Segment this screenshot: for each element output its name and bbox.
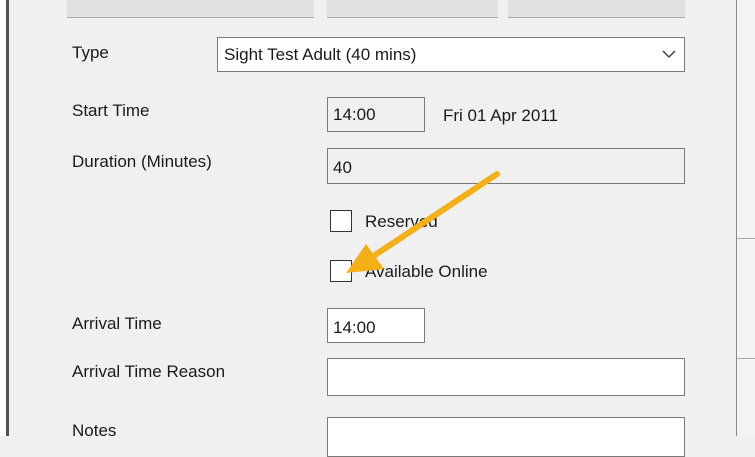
type-label: Type	[72, 43, 109, 62]
available-online-label: Available Online	[365, 262, 488, 281]
right-divider	[737, 358, 755, 359]
window-left-border	[6, 0, 9, 436]
reserved-label: Reserved	[365, 212, 438, 231]
start-time-field[interactable]: 14:00	[327, 97, 425, 132]
available-online-checkbox[interactable]	[330, 260, 352, 282]
notes-label: Notes	[72, 421, 117, 440]
top-control-1	[67, 0, 314, 18]
reserved-checkbox[interactable]	[330, 210, 352, 232]
duration-label: Duration (Minutes)	[72, 152, 212, 171]
arrival-reason-field[interactable]	[327, 358, 685, 396]
arrival-time-field[interactable]: 14:00	[327, 308, 425, 343]
arrival-reason-label: Arrival Time Reason	[72, 362, 226, 381]
start-time-label: Start Time	[72, 101, 150, 120]
type-value: Sight Test Adult (40 mins)	[224, 45, 417, 64]
notes-field[interactable]	[327, 417, 685, 457]
right-divider	[737, 238, 755, 239]
top-control-2	[327, 0, 498, 18]
top-control-3	[508, 0, 685, 18]
chevron-down-icon[interactable]	[661, 46, 677, 62]
duration-field[interactable]: 40	[327, 148, 685, 184]
background-right	[737, 0, 755, 436]
arrival-time-label: Arrival Time	[72, 314, 162, 333]
start-date-text: Fri 01 Apr 2011	[443, 106, 558, 125]
type-dropdown[interactable]: Sight Test Adult (40 mins)	[217, 37, 685, 72]
